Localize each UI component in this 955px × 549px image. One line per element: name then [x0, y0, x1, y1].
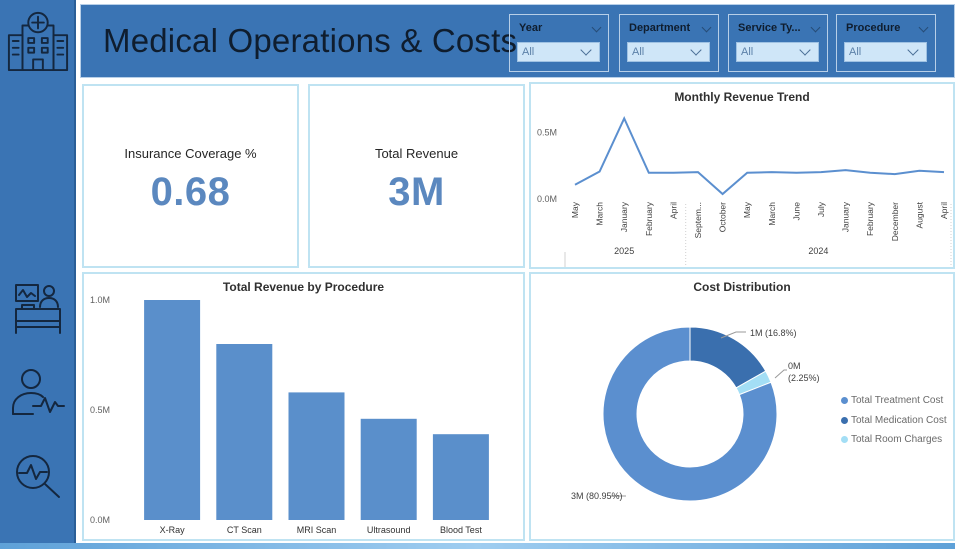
- x-tick-label: CT Scan: [227, 525, 262, 535]
- chevron-down-icon[interactable]: [591, 22, 602, 33]
- data-label: 1M (16.8%): [750, 328, 797, 338]
- x-tick-label: X-Ray: [160, 525, 186, 535]
- hospital-icon[interactable]: [6, 8, 70, 74]
- filter-department-dropdown[interactable]: All: [627, 42, 710, 62]
- x-tick-label: March: [767, 202, 777, 226]
- chevron-down-icon: [580, 44, 592, 56]
- data-label: 0M: [788, 361, 801, 371]
- x-group-label: 2025: [614, 246, 634, 256]
- filter-department-label: Department: [629, 22, 691, 34]
- chevron-down-icon[interactable]: [810, 22, 821, 33]
- filter-procedure-dropdown[interactable]: All: [844, 42, 927, 62]
- y-tick-label: 1.0M: [90, 295, 110, 305]
- data-label: 3M (80.95%): [571, 491, 623, 501]
- cost-distribution-panel: Cost Distribution 1M (16.8%) 0M (2.25%) 3M …: [529, 272, 955, 541]
- filter-department-value: All: [632, 46, 645, 58]
- legend-item[interactable]: Total Medication Cost: [841, 411, 947, 431]
- filter-service-type-value: All: [741, 46, 754, 58]
- filter-year[interactable]: Year All: [509, 14, 609, 72]
- leader-line: [774, 369, 787, 379]
- data-label: (2.25%): [788, 373, 820, 383]
- legend-dot: [841, 397, 848, 405]
- page-title: Medical Operations & Costs: [103, 22, 518, 59]
- filter-service-type-label: Service Ty...: [738, 22, 801, 34]
- bottom-accent-bar: [0, 543, 955, 549]
- sidebar: [0, 0, 76, 549]
- x-tick-label: July: [816, 201, 826, 217]
- revenue-by-procedure-panel: Total Revenue by Procedure 0.0M 0.5M 1.0M X…: [82, 272, 525, 541]
- y-tick-label: 0.0M: [537, 194, 557, 204]
- bar: [216, 344, 273, 520]
- patient-bed-icon[interactable]: [6, 283, 70, 335]
- x-tick-label: Septem...: [693, 202, 703, 238]
- y-tick-label: 0.5M: [90, 405, 110, 415]
- header-bar: Medical Operations & Costs Year All Depa…: [80, 4, 955, 78]
- legend-item[interactable]: Total Room Charges: [841, 430, 947, 450]
- filter-year-label: Year: [519, 22, 543, 34]
- x-tick-label: August: [914, 201, 924, 228]
- monthly-revenue-panel: Monthly Revenue Trend 0.5M 0.0M May March Ja…: [529, 82, 955, 269]
- filter-department[interactable]: Department All: [619, 14, 719, 72]
- kpi-card-insurance: Insurance Coverage % 0.68: [82, 84, 299, 268]
- donut-legend: Total Treatment Cost Total Medication Co…: [841, 391, 947, 450]
- filter-service-type-dropdown[interactable]: All: [736, 42, 819, 62]
- legend-label: Total Treatment Cost: [851, 395, 944, 407]
- series-line: [574, 115, 945, 196]
- x-tick-label: January: [619, 201, 629, 232]
- bar-chart: 0.0M 0.5M 1.0M X-Ray CT Scan MRI Scan Ultrasou…: [90, 295, 489, 535]
- kpi-revenue-value: 3M: [388, 170, 445, 214]
- bar: [288, 392, 345, 520]
- x-tick-label: April: [939, 202, 949, 219]
- filter-procedure-value: All: [849, 46, 862, 58]
- kpi-revenue-label: Total Revenue: [374, 146, 459, 161]
- x-tick-label: April: [668, 202, 678, 219]
- x-tick-label: February: [644, 201, 654, 236]
- kpi-insurance-label: Insurance Coverage %: [124, 146, 257, 161]
- chevron-down-icon: [799, 44, 811, 56]
- x-tick-label: May: [742, 201, 752, 218]
- filter-procedure-label: Procedure: [846, 22, 901, 34]
- line-chart: 0.5M 0.0M May March January February April Sept…: [537, 115, 952, 267]
- filter-procedure[interactable]: Procedure All: [836, 14, 936, 72]
- search-health-icon[interactable]: [6, 452, 70, 500]
- kpi-card-revenue: Total Revenue 3M: [308, 84, 525, 268]
- x-tick-label: January: [841, 201, 851, 232]
- x-tick-label: March: [595, 202, 605, 226]
- x-tick-label: February: [865, 201, 875, 236]
- bar: [144, 300, 201, 520]
- chevron-down-icon[interactable]: [918, 22, 929, 33]
- chevron-down-icon[interactable]: [701, 22, 712, 33]
- doctor-pulse-icon[interactable]: [6, 368, 70, 418]
- bar: [360, 418, 417, 520]
- x-tick-label: MRI Scan: [297, 525, 337, 535]
- legend-dot: [841, 436, 848, 444]
- legend-item[interactable]: Total Treatment Cost: [841, 391, 947, 411]
- kpi-insurance-value: 0.68: [150, 170, 231, 214]
- x-tick-label: Ultrasound: [367, 525, 411, 535]
- x-tick-label: May: [570, 201, 580, 218]
- x-tick-label: December: [890, 202, 900, 241]
- x-tick-label: October: [718, 202, 728, 232]
- chevron-down-icon: [907, 44, 919, 56]
- y-tick-label: 0.5M: [537, 128, 557, 138]
- x-tick-label: June: [791, 202, 801, 221]
- legend-dot: [841, 416, 848, 424]
- legend-label: Total Room Charges: [851, 434, 943, 446]
- filter-year-dropdown[interactable]: All: [517, 42, 600, 62]
- chevron-down-icon: [690, 44, 702, 56]
- filter-service-type[interactable]: Service Ty... All: [728, 14, 828, 72]
- filter-year-value: All: [522, 46, 535, 58]
- x-tick-label: Blood Test: [440, 525, 482, 535]
- bar: [432, 434, 489, 520]
- legend-label: Total Medication Cost: [851, 414, 947, 426]
- x-group-label: 2024: [808, 246, 828, 256]
- y-tick-label: 0.0M: [90, 515, 110, 525]
